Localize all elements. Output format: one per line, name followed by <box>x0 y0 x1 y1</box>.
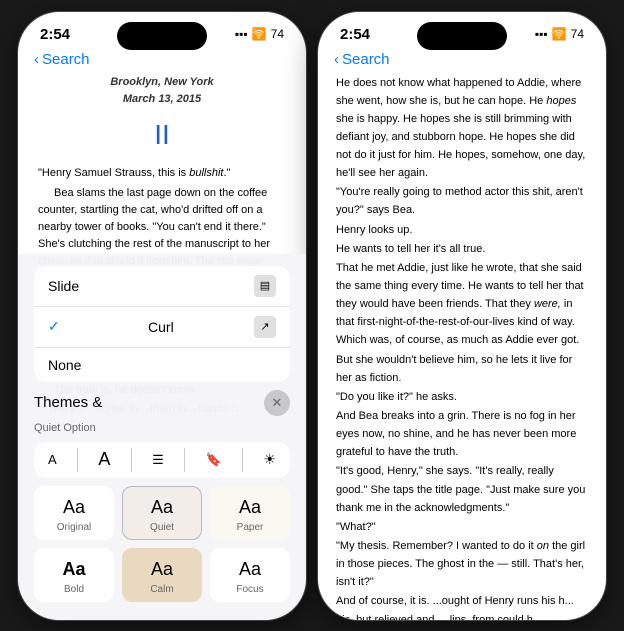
font-format-icon[interactable]: ☰ <box>152 452 164 468</box>
theme-focus-label: Focus <box>236 584 263 595</box>
right-back-label: Search <box>342 51 390 68</box>
right-para-3: Henry looks up. <box>336 221 588 239</box>
theme-bold-aa: Aa <box>62 559 85 580</box>
dynamic-island <box>117 22 207 50</box>
bookmark-icon[interactable]: 🔖 <box>206 452 222 468</box>
left-nav-bar: ‹ Search <box>18 47 306 74</box>
font-small[interactable]: A <box>48 452 57 467</box>
theme-focus-aa: Aa <box>239 559 261 580</box>
right-para-1: He does not know what happened to Addie,… <box>336 74 588 183</box>
chevron-left-icon: ‹ <box>34 51 39 68</box>
theme-paper-aa: Aa <box>239 497 261 518</box>
slide-icon: ▤ <box>254 275 276 297</box>
phones-container: 2:54 ▪▪▪ 🛜 74 ‹ Search Brooklyn, New Yor… <box>17 11 607 621</box>
font-large[interactable]: A <box>98 449 110 470</box>
book-location: Brooklyn, New YorkMarch 13, 2015 <box>38 74 286 109</box>
right-para-7: "Do you like it?" he asks. <box>336 388 588 406</box>
theme-quiet[interactable]: Aa Quiet <box>122 486 202 540</box>
separator <box>77 448 78 472</box>
right-wifi-icon: 🛜 <box>552 27 567 41</box>
brightness-icon[interactable]: ☀ <box>263 451 276 468</box>
theme-calm-aa: Aa <box>151 559 173 580</box>
slide-option-slide[interactable]: Slide ▤ <box>34 266 290 307</box>
right-para-12: And of course, it is. ...ought of Henry … <box>336 592 588 619</box>
right-para-8: And Bea breaks into a grin. There is no … <box>336 407 588 461</box>
left-phone: 2:54 ▪▪▪ 🛜 74 ‹ Search Brooklyn, New Yor… <box>17 11 307 621</box>
right-chevron-left-icon: ‹ <box>334 51 339 68</box>
chapter-number: II <box>38 113 286 158</box>
themes-sub: Quiet Option <box>34 422 290 434</box>
themes-grid: Aa Original Aa Quiet Aa Paper Aa Bold <box>34 486 290 602</box>
overlay-panel: Slide ▤ ✓ Curl ↗ None Themes & ✕ <box>18 254 306 620</box>
right-para-5: That he met Addie, just like he wrote, t… <box>336 259 588 350</box>
theme-calm-label: Calm <box>150 584 173 595</box>
theme-quiet-label: Quiet <box>150 522 174 533</box>
theme-original-aa: Aa <box>63 497 85 518</box>
theme-original[interactable]: Aa Original <box>34 486 114 540</box>
close-button[interactable]: ✕ <box>264 390 290 416</box>
none-label: None <box>48 357 81 373</box>
theme-quiet-aa: Aa <box>151 497 173 518</box>
right-para-9: "It's good, Henry," she says. "It's real… <box>336 462 588 516</box>
theme-focus[interactable]: Aa Focus <box>210 548 290 602</box>
battery-icon: 74 <box>271 27 284 41</box>
theme-bold[interactable]: Aa Bold <box>34 548 114 602</box>
right-battery-icon: 74 <box>571 27 584 41</box>
right-status-icons: ▪▪▪ 🛜 74 <box>535 27 584 41</box>
separator4 <box>242 448 243 472</box>
left-status-icons: ▪▪▪ 🛜 74 <box>235 27 284 41</box>
theme-calm[interactable]: Aa Calm <box>122 548 202 602</box>
theme-paper[interactable]: Aa Paper <box>210 486 290 540</box>
slide-option-curl[interactable]: ✓ Curl ↗ <box>34 307 290 348</box>
right-para-6: But she wouldn't believe him, so he lets… <box>336 351 588 387</box>
right-phone: 2:54 ▪▪▪ 🛜 74 ‹ Search He does not know … <box>317 11 607 621</box>
curl-check: ✓ <box>48 318 60 335</box>
right-para-2: "You're really going to method actor thi… <box>336 183 588 219</box>
theme-paper-label: Paper <box>237 522 264 533</box>
wifi-icon: 🛜 <box>252 27 267 41</box>
separator3 <box>184 448 185 472</box>
theme-bold-label: Bold <box>64 584 84 595</box>
left-back-button[interactable]: ‹ Search <box>34 51 90 68</box>
book-header: Brooklyn, New YorkMarch 13, 2015 II <box>38 74 286 158</box>
right-para-10: "What?" <box>336 518 588 536</box>
separator2 <box>131 448 132 472</box>
font-size-row: A A ☰ 🔖 ☀ <box>34 442 290 478</box>
right-book-content: He does not know what happened to Addie,… <box>318 74 606 620</box>
right-para-4: He wants to tell her it's all true. <box>336 240 588 258</box>
theme-original-label: Original <box>57 522 91 533</box>
right-back-button[interactable]: ‹ Search <box>334 51 390 68</box>
right-signal-icon: ▪▪▪ <box>535 27 548 41</box>
left-status-time: 2:54 <box>40 26 70 43</box>
themes-label: Themes & <box>34 394 102 411</box>
slide-label: Slide <box>48 278 79 294</box>
right-nav-bar: ‹ Search <box>318 47 606 74</box>
themes-header: Themes & ✕ <box>34 390 290 416</box>
right-para-11: "My thesis. Remember? I wanted to do it … <box>336 537 588 591</box>
book-para-1: "Henry Samuel Strauss, this is bullshit.… <box>38 165 286 182</box>
signal-icon: ▪▪▪ <box>235 27 248 41</box>
right-dynamic-island <box>417 22 507 50</box>
right-status-time: 2:54 <box>340 26 370 43</box>
curl-icon: ↗ <box>254 316 276 338</box>
slide-options: Slide ▤ ✓ Curl ↗ None <box>34 266 290 382</box>
slide-option-none[interactable]: None <box>34 348 290 382</box>
curl-label: Curl <box>148 319 174 335</box>
left-back-label: Search <box>42 51 90 68</box>
